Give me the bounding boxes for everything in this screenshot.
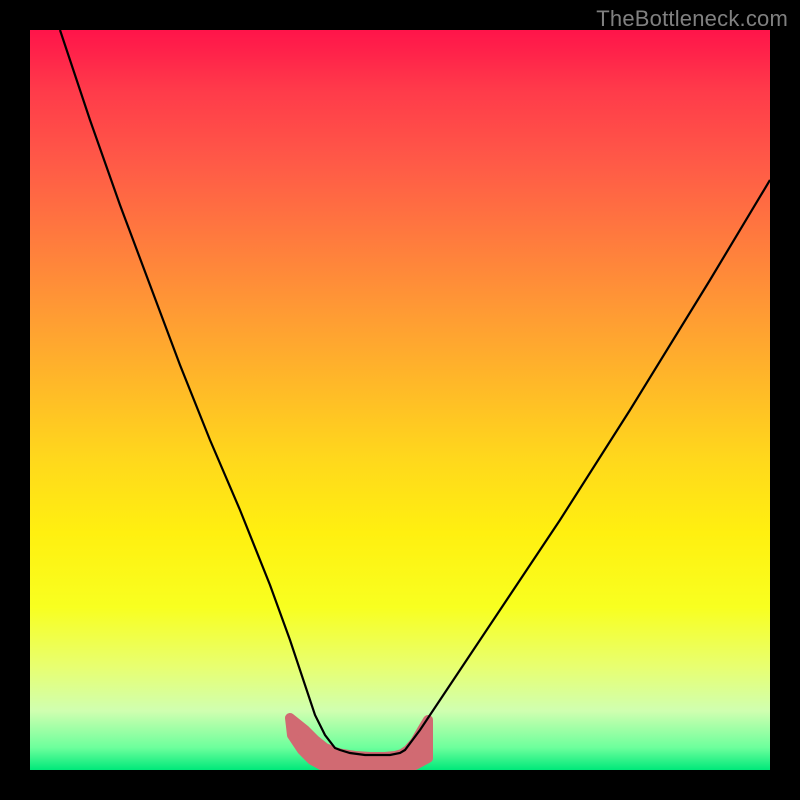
bottleneck-curve — [60, 30, 770, 755]
chart-stage: TheBottleneck.com — [0, 0, 800, 800]
watermark-text: TheBottleneck.com — [596, 6, 788, 32]
chart-svg — [30, 30, 770, 770]
plot-area — [30, 30, 770, 770]
tolerance-band — [290, 718, 428, 770]
